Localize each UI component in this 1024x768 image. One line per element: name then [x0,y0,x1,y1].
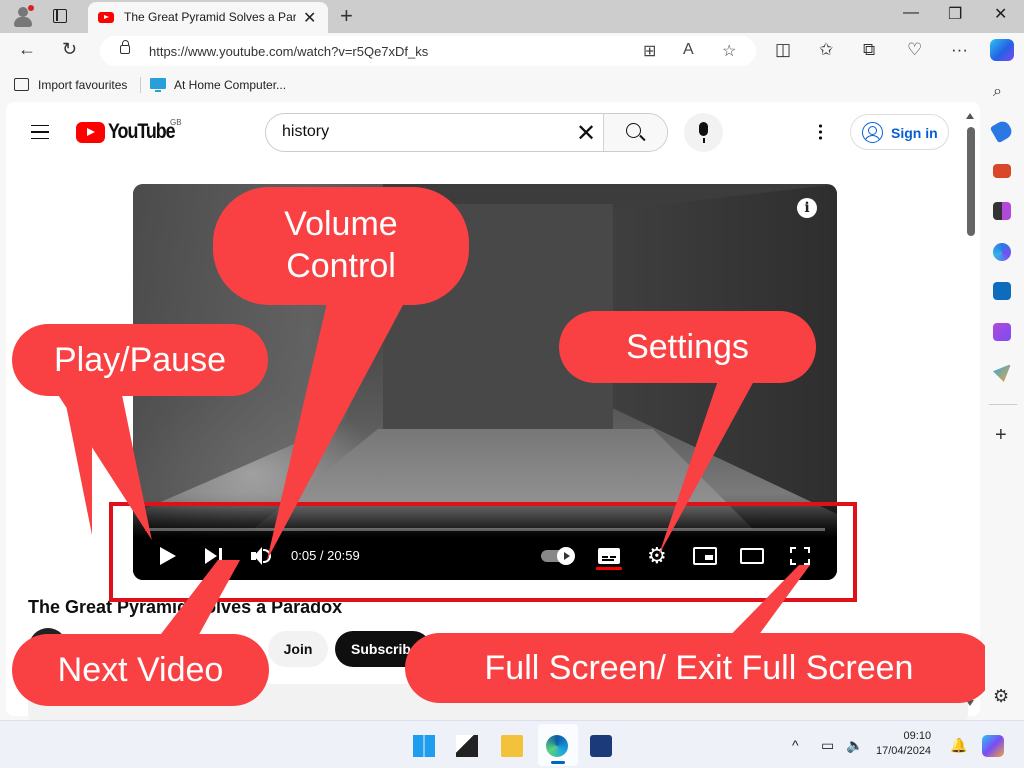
designer-icon[interactable] [993,323,1011,341]
voice-search-button[interactable] [684,113,723,152]
shopping-tag-icon[interactable] [989,118,1015,144]
youtube-wordmark[interactable]: YouTube [108,120,176,144]
volume-callout: Volume Control [213,187,469,305]
favourite-at-home-computer[interactable]: At Home Computer... [174,78,286,92]
browser-tab-active[interactable]: The Great Pyramid Solves a Paradox ✕ [88,2,328,33]
account-icon [862,122,883,143]
microphone-icon [699,122,708,143]
search-box[interactable]: history ✕ [265,113,668,152]
app-available-icon[interactable]: ⊞ [643,41,656,61]
favourites-bar: Import favourites At Home Computer... [0,70,1024,100]
edge-sidebar: ⌕ + ⚙ [985,70,1024,720]
youtube-logo-icon[interactable] [76,122,105,143]
notifications-bell-icon[interactable]: 🔔 [950,737,967,754]
tools-icon[interactable] [993,164,1011,178]
favourite-import[interactable]: Import favourites [38,78,127,92]
task-view-icon[interactable] [456,735,478,757]
show-hidden-icons-chevron-icon[interactable]: ^ [792,737,799,753]
collections-icon[interactable]: ⧉ [863,40,875,60]
settings-menu-icon[interactable] [819,123,822,140]
search-button[interactable] [603,114,667,151]
send-icon[interactable] [993,364,1011,382]
browser-title-bar: The Great Pyramid Solves a Paradox ✕ + —… [0,0,1024,33]
tab-title: The Great Pyramid Solves a Paradox [124,10,296,24]
new-tab-button[interactable]: + [340,3,353,29]
scroll-up-arrow-icon[interactable] [966,113,974,119]
youtube-favicon-icon [98,12,114,23]
menu-icon[interactable] [31,125,49,139]
scrollbar-thumb[interactable] [967,127,975,236]
url-text[interactable]: https://www.youtube.com/watch?v=r5Qe7xDf… [149,44,428,59]
games-icon[interactable] [993,202,1011,220]
favorite-star-icon[interactable]: ☆ [722,41,736,61]
restore-button[interactable]: ❐ [948,4,962,24]
volume-callout-line2: Control [286,247,396,285]
settings-callout: Settings [559,311,816,383]
file-explorer-icon[interactable] [501,735,523,757]
join-button[interactable]: Join [268,631,328,667]
info-icon[interactable]: i [797,198,817,218]
microsoft365-icon[interactable] [993,243,1011,261]
full-screen-callout: Full Screen/ Exit Full Screen [405,633,993,703]
sidebar-settings-icon[interactable]: ⚙ [993,686,1009,707]
volume-callout-line1: Volume [284,205,398,243]
read-aloud-icon[interactable]: A [683,41,694,59]
profile-icon[interactable] [12,5,34,27]
store-icon[interactable] [590,735,612,757]
address-bar[interactable]: https://www.youtube.com/watch?v=r5Qe7xDf… [100,36,756,66]
split-screen-icon[interactable]: ◫ [775,40,791,60]
tab-close-icon[interactable]: ✕ [303,8,316,28]
search-icon[interactable]: ⌕ [993,83,1011,101]
browser-essentials-icon[interactable]: ♡ [907,40,922,60]
lock-icon[interactable] [120,40,130,54]
network-icon[interactable]: ▭ [821,737,834,754]
next-video-callout: Next Video [12,634,269,706]
speaker-icon[interactable]: 🔈 [846,737,863,754]
add-sidebar-item-button[interactable]: + [995,424,1007,447]
copilot-preview-icon[interactable] [982,735,1004,757]
country-code: GB [170,118,182,127]
favorites-icon[interactable]: ✩ [819,40,833,60]
clock-time: 09:10 [903,730,932,742]
clear-search-icon[interactable]: ✕ [576,119,596,148]
outlook-icon[interactable] [993,282,1011,300]
refresh-icon[interactable]: ↻ [62,39,77,60]
play-pause-callout: Play/Pause [12,324,268,396]
back-arrow-icon[interactable]: ← [18,39,36,60]
minimize-button[interactable]: — [903,4,919,22]
favourites-divider [140,77,141,93]
copilot-icon[interactable] [990,39,1014,61]
sidebar-divider [989,404,1017,405]
folder-import-icon [14,78,29,91]
sign-in-label: Sign in [891,125,938,141]
edge-icon[interactable] [546,735,568,757]
monitor-icon [150,78,166,92]
tab-actions-icon[interactable] [53,9,67,23]
more-icon[interactable]: ··· [951,40,968,60]
search-icon [626,123,641,138]
taskbar: ^ ▭ 🔈 09:10 17/04/2024 🔔 [0,720,1024,768]
system-clock[interactable]: 09:10 17/04/2024 [876,729,931,759]
sign-in-button[interactable]: Sign in [850,114,949,150]
clock-date: 17/04/2024 [876,745,932,757]
close-window-button[interactable]: ✕ [994,4,1007,24]
search-input[interactable]: history [282,123,329,141]
start-icon[interactable] [413,735,435,757]
